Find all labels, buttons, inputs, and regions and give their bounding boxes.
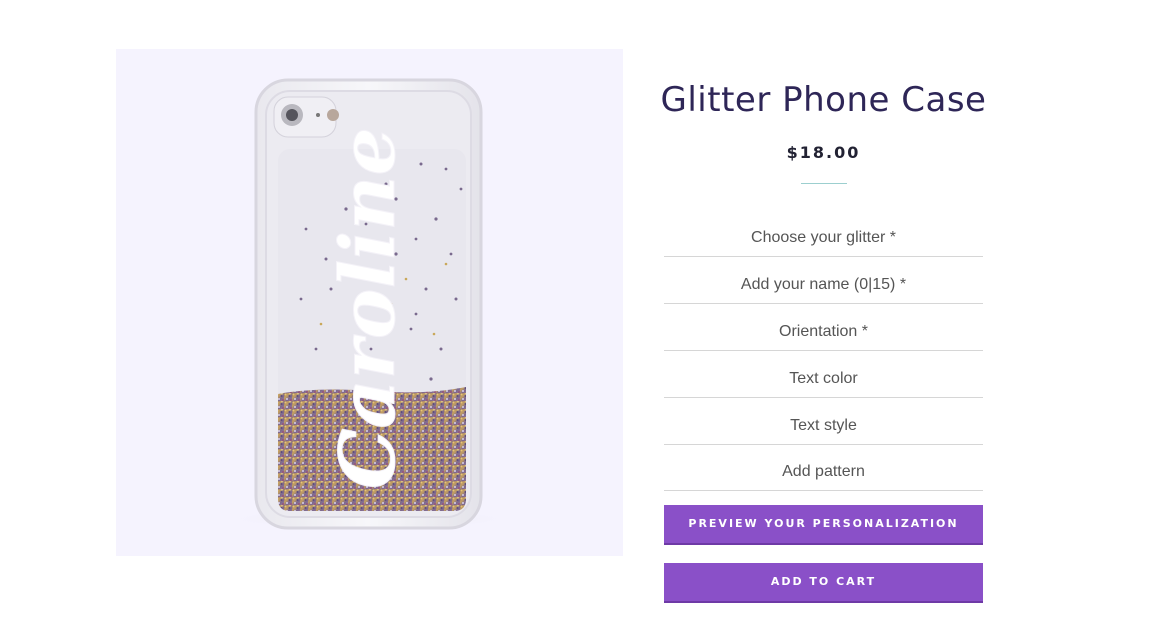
option-orientation[interactable]: Orientation * <box>664 314 983 351</box>
engraved-name: Caroline <box>323 127 412 489</box>
flash-icon <box>327 109 339 121</box>
add-to-cart-button[interactable]: ADD TO CART <box>664 563 983 603</box>
phone-case-illustration: Caroline <box>229 78 509 530</box>
option-text-style[interactable]: Text style <box>664 408 983 445</box>
option-name[interactable]: Add your name (0|15) * <box>664 267 983 304</box>
product-price: $18.00 <box>786 143 861 162</box>
product-page: Caroline Glitter Phone Case $18.00 Choos… <box>0 0 1174 632</box>
option-glitter[interactable]: Choose your glitter * <box>664 220 983 257</box>
option-add-pattern[interactable]: Add pattern <box>664 454 983 491</box>
product-image[interactable]: Caroline <box>116 49 623 556</box>
product-title: Glitter Phone Case <box>660 80 987 120</box>
option-text-color[interactable]: Text color <box>664 361 983 398</box>
preview-personalization-button[interactable]: PREVIEW YOUR PERSONALIZATION <box>664 505 983 545</box>
title-divider <box>801 183 847 184</box>
